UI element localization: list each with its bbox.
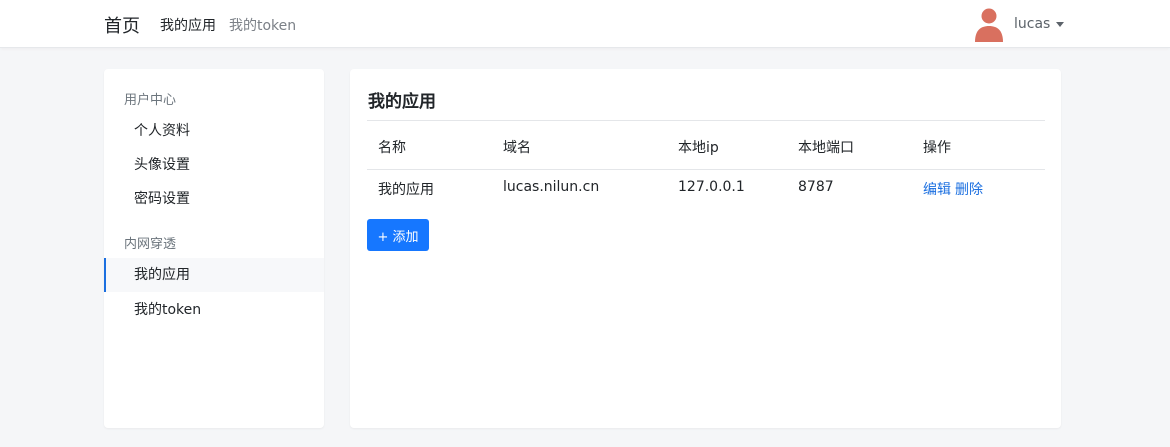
page-title: 我的应用 [368, 92, 436, 112]
user-menu[interactable]: lucas [972, 6, 1065, 42]
table-header-local-port: 本地端口 [798, 140, 854, 156]
table-header-divider [367, 169, 1045, 170]
user-avatar-icon [975, 8, 1003, 42]
sidebar-item-password-settings[interactable]: 密码设置 [104, 182, 324, 216]
add-button[interactable]: + 添加 [367, 219, 429, 251]
main-panel: 我的应用 名称 域名 本地ip 本地端口 操作 我的应用 lucas.nilun… [350, 69, 1061, 428]
table-header-name: 名称 [378, 140, 406, 156]
delete-link[interactable]: 删除 [955, 179, 983, 199]
caret-down-icon [1056, 21, 1065, 27]
nav-link-my-apps[interactable]: 我的应用 [160, 15, 216, 35]
sidebar-item-avatar-settings[interactable]: 头像设置 [104, 148, 324, 182]
sidebar-heading-user-center: 用户中心 [124, 93, 177, 108]
sidebar-heading-tunnel: 内网穿透 [124, 237, 177, 252]
username-label: lucas [1014, 16, 1051, 32]
table-cell-domain: lucas.nilun.cn [503, 179, 600, 195]
table-cell-ip: 127.0.0.1 [678, 179, 745, 195]
table-cell-port: 8787 [798, 179, 834, 195]
brand-home-link[interactable]: 首页 [104, 12, 140, 38]
table-header-local-ip: 本地ip [678, 140, 719, 156]
sidebar-item-profile[interactable]: 个人资料 [104, 114, 324, 148]
table-header-actions: 操作 [923, 140, 951, 156]
title-divider [367, 120, 1045, 121]
sidebar-item-my-apps[interactable]: 我的应用 [104, 258, 324, 292]
sidebar-item-my-token[interactable]: 我的token [104, 293, 324, 327]
table-cell-name: 我的应用 [378, 182, 434, 198]
edit-link[interactable]: 编辑 [923, 179, 951, 199]
nav-link-my-token[interactable]: 我的token [229, 15, 296, 35]
table-header-domain: 域名 [503, 140, 531, 156]
top-navbar: 首页 我的应用 我的token lucas [0, 0, 1170, 48]
sidebar: 用户中心 个人资料 头像设置 密码设置 内网穿透 我的应用 我的token [104, 69, 324, 428]
